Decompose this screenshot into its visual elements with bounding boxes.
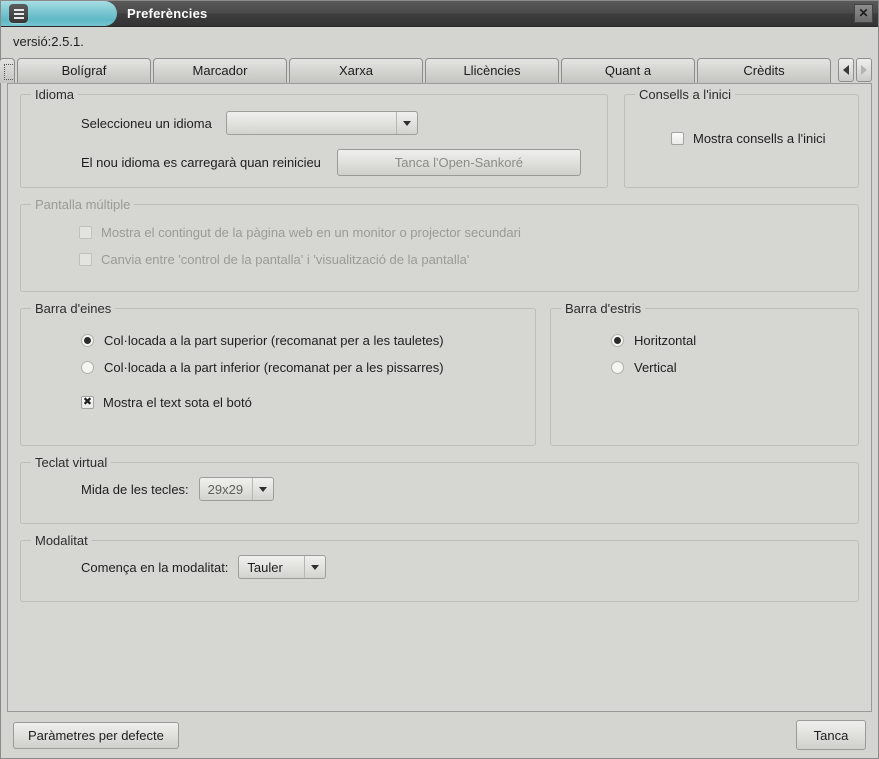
window-app-tab (1, 1, 117, 26)
tab-partial[interactable] (0, 58, 15, 83)
multiscreen-webcontent-checkbox[interactable] (79, 226, 92, 239)
language-select[interactable] (226, 111, 418, 135)
show-text-under-button-checkbox[interactable]: ✖ (81, 396, 94, 409)
group-barra-eines: Barra d'eines Col·locada a la part super… (20, 308, 536, 446)
close-button[interactable]: Tanca (796, 720, 866, 750)
key-size-row: Mida de les tecles: 29x29 (35, 477, 844, 501)
group-barra-eines-legend: Barra d'eines (31, 301, 115, 316)
dialog-footer: Paràmetres per defecte Tanca (1, 712, 878, 758)
toolpalette-vertical-radio[interactable] (611, 361, 624, 374)
close-open-sankore-button[interactable]: Tanca l'Open-Sankoré (337, 149, 581, 176)
tab-credits[interactable]: Crèdits (697, 58, 831, 83)
toolbar-position-bottom-row[interactable]: Col·locada a la part inferior (recomanat… (35, 360, 521, 375)
show-tips-checkbox[interactable] (671, 132, 684, 145)
toolpalette-horizontal-label: Horitzontal (634, 333, 696, 348)
chevron-down-icon (304, 556, 325, 578)
tab-xarxa[interactable]: Xarxa (289, 58, 423, 83)
start-mode-select[interactable]: Tauler (238, 555, 326, 579)
chevron-down-icon (396, 112, 417, 134)
language-select-label: Seleccioneu un idioma (35, 116, 212, 131)
key-size-label: Mida de les tecles: (35, 482, 189, 497)
language-select-row: Seleccioneu un idioma (35, 111, 593, 135)
preferences-content-panel: Idioma Seleccioneu un idioma El nou idio… (7, 83, 872, 712)
multiscreen-swap-label: Canvia entre 'control de la pantalla' i … (101, 252, 469, 267)
default-settings-button[interactable]: Paràmetres per defecte (13, 722, 179, 749)
group-barra-estris: Barra d'estris Horitzontal Vertical (550, 308, 859, 446)
group-idioma-legend: Idioma (31, 87, 78, 102)
group-teclat-virtual: Teclat virtual Mida de les tecles: 29x29 (20, 462, 859, 524)
group-consells-legend: Consells a l'inici (635, 87, 735, 102)
tab-scroll-right-button[interactable] (856, 58, 872, 82)
multiscreen-swap-row[interactable]: Canvia entre 'control de la pantalla' i … (35, 252, 844, 267)
restart-row: El nou idioma es carregarà quan reinicie… (35, 149, 593, 176)
chevron-right-icon (861, 65, 867, 75)
group-idioma: Idioma Seleccioneu un idioma El nou idio… (20, 94, 608, 188)
start-mode-value: Tauler (239, 560, 304, 575)
tab-scroll-left-button[interactable] (838, 58, 854, 82)
tab-quant-a[interactable]: Quant a (561, 58, 695, 83)
title-bar: Preferències ✕ (1, 1, 878, 27)
list-menu-icon (9, 4, 28, 23)
toolbar-position-top-row[interactable]: Col·locada a la part superior (recomanat… (35, 333, 521, 348)
toolbar-position-bottom-label: Col·locada a la part inferior (recomanat… (104, 360, 444, 375)
tab-scroll-controls (838, 58, 872, 82)
show-text-under-button-row[interactable]: ✖ Mostra el text sota el botó (35, 395, 521, 410)
tab-bar: Bolígraf Marcador Xarxa Llicències Quant… (1, 57, 878, 83)
key-size-select[interactable]: 29x29 (199, 477, 274, 501)
close-icon[interactable]: ✕ (854, 4, 873, 23)
toolpalette-vertical-label: Vertical (634, 360, 677, 375)
version-label: versió:2.5.1. (1, 27, 878, 57)
chevron-left-icon (843, 65, 849, 75)
toolpalette-vertical-row[interactable]: Vertical (565, 360, 844, 375)
group-consells: Consells a l'inici Mostra consells a l'i… (624, 94, 859, 188)
group-pantalla-legend: Pantalla múltiple (31, 197, 134, 212)
toolpalette-horizontal-row[interactable]: Horitzontal (565, 333, 844, 348)
start-mode-row: Comença en la modalitat: Tauler (35, 555, 844, 579)
group-barra-estris-legend: Barra d'estris (561, 301, 645, 316)
multiscreen-webcontent-row[interactable]: Mostra el contingut de la pàgina web en … (35, 225, 844, 240)
tab-llicencies[interactable]: Llicències (425, 58, 559, 83)
group-teclat-legend: Teclat virtual (31, 455, 111, 470)
show-tips-row[interactable]: Mostra consells a l'inici (639, 131, 844, 146)
toolpalette-horizontal-radio[interactable] (611, 334, 624, 347)
restart-hint-label: El nou idioma es carregarà quan reinicie… (35, 155, 321, 170)
toolbar-position-top-label: Col·locada a la part superior (recomanat… (104, 333, 444, 348)
toolbar-position-bottom-radio[interactable] (81, 361, 94, 374)
tab-boligraf[interactable]: Bolígraf (17, 58, 151, 83)
window-title: Preferències (127, 1, 207, 26)
group-pantalla-multiple: Pantalla múltiple Mostra el contingut de… (20, 204, 859, 292)
multiscreen-swap-checkbox[interactable] (79, 253, 92, 266)
show-tips-label: Mostra consells a l'inici (693, 131, 826, 146)
multiscreen-webcontent-label: Mostra el contingut de la pàgina web en … (101, 225, 521, 240)
group-modalitat: Modalitat Comença en la modalitat: Taule… (20, 540, 859, 602)
start-mode-label: Comença en la modalitat: (35, 560, 228, 575)
key-size-value: 29x29 (200, 482, 252, 497)
group-modalitat-legend: Modalitat (31, 533, 92, 548)
tab-marcador[interactable]: Marcador (153, 58, 287, 83)
toolbar-position-top-radio[interactable] (81, 334, 94, 347)
show-text-under-button-label: Mostra el text sota el botó (103, 395, 252, 410)
preferences-window: Preferències ✕ versió:2.5.1. Bolígraf Ma… (0, 0, 879, 759)
chevron-down-icon (252, 478, 273, 500)
